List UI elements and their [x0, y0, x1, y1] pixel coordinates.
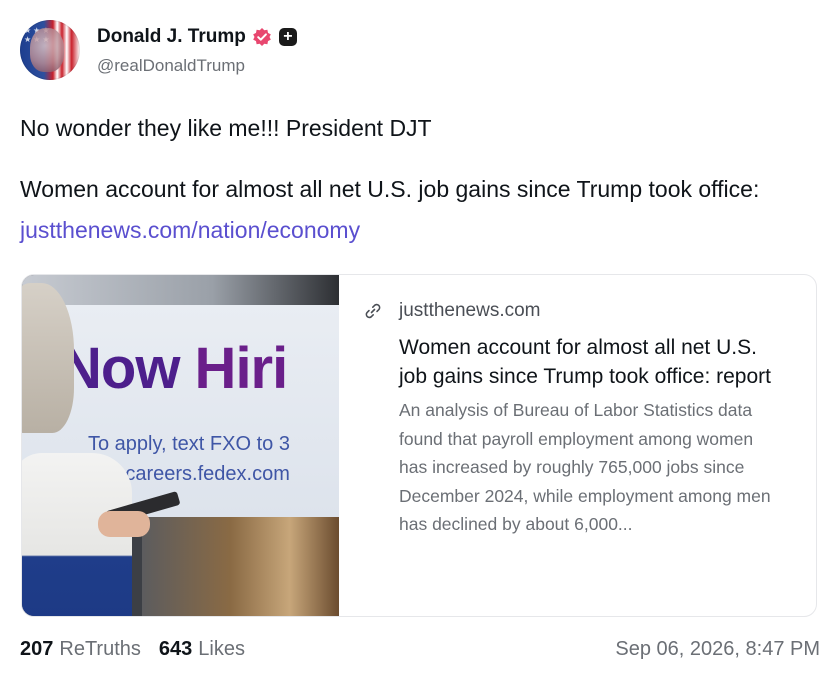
display-name[interactable]: Donald J. Trump: [97, 26, 246, 48]
likes-stat[interactable]: 643 Likes: [159, 638, 245, 661]
link-preview-card[interactable]: Now Hiri To apply, text FXO to 3 or visi…: [21, 274, 817, 617]
retruths-count: 207: [20, 637, 54, 660]
link-preview-image[interactable]: Now Hiri To apply, text FXO to 3 or visi…: [22, 275, 339, 616]
link-icon: [363, 301, 383, 321]
card-title[interactable]: Women account for almost all net U.S. jo…: [399, 334, 786, 391]
post-line-2: Women account for almost all net U.S. jo…: [20, 176, 760, 243]
plus-badge-icon: +: [278, 28, 297, 46]
retruths-label: ReTruths: [59, 637, 141, 660]
post: ★★★ ★★★ Donald J. Trump + @realDonaldTru…: [0, 0, 840, 680]
handle[interactable]: @realDonaldTrump: [97, 56, 297, 76]
sign-now-hiring: Now Hiri: [60, 336, 288, 401]
retruths-stat[interactable]: 207 ReTruths: [20, 638, 141, 661]
card-description: An analysis of Bureau of Labor Statistic…: [399, 400, 771, 534]
sign-apply-text: To apply, text FXO to 3: [88, 433, 290, 455]
post-timestamp[interactable]: Sep 06, 2026, 8:47 PM: [615, 638, 820, 661]
post-text: No wonder they like me!!! President DJT …: [20, 108, 820, 251]
post-header: ★★★ ★★★ Donald J. Trump + @realDonaldTru…: [20, 20, 297, 80]
likes-label: Likes: [198, 637, 245, 660]
post-line-1: No wonder they like me!!! President DJT: [20, 115, 432, 141]
verified-badge-icon: [252, 27, 272, 47]
card-domain: justthenews.com: [399, 300, 541, 321]
post-footer: 207 ReTruths 643 Likes Sep 06, 2026, 8:4…: [20, 635, 820, 663]
likes-count: 643: [158, 637, 193, 660]
avatar[interactable]: ★★★ ★★★: [20, 20, 80, 80]
link-preview-text: justthenews.com Women account for almost…: [339, 275, 816, 616]
post-link[interactable]: justthenews.com/nation/economy: [20, 217, 360, 243]
author-block: Donald J. Trump + @realDonaldTrump: [97, 24, 297, 76]
